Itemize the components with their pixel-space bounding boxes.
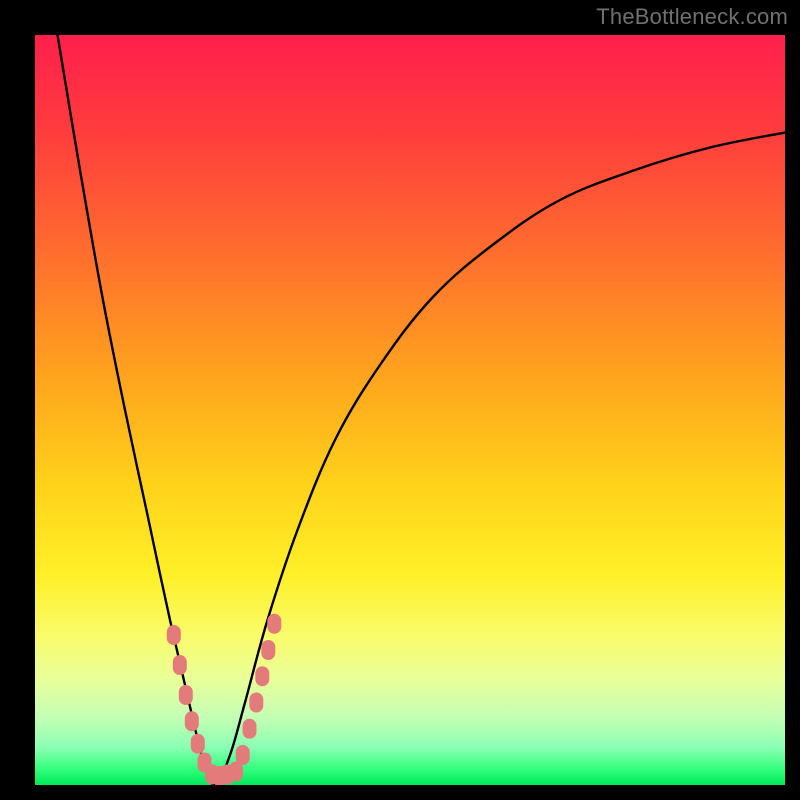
watermark-text: TheBottleneck.com [596,4,788,30]
marker-dot [267,614,281,634]
marker-dot [185,711,199,731]
plot-area [35,35,785,785]
marker-dot [236,745,250,765]
marker-dot [191,734,205,754]
marker-dot [179,685,193,705]
highlighted-range-markers [167,614,281,785]
bottleneck-curve [58,35,786,785]
marker-dot [255,666,269,686]
marker-dot [261,640,275,660]
marker-dot [167,625,181,645]
curve-layer [35,35,785,785]
marker-dot [249,693,263,713]
chart-frame: TheBottleneck.com [0,0,800,800]
marker-dot [243,719,257,739]
marker-dot [173,655,187,675]
